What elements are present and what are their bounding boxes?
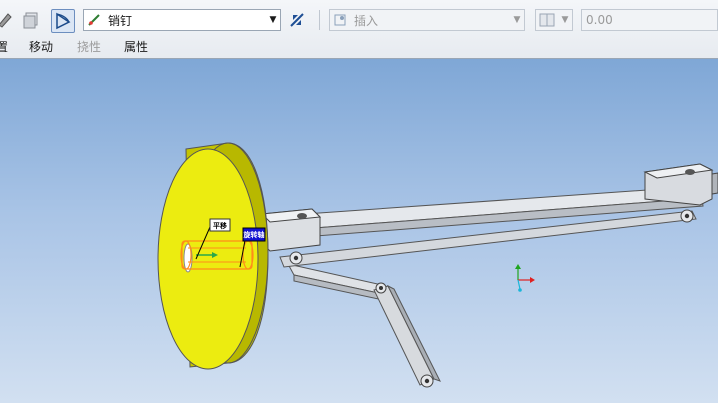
connection-type-value: 销钉 bbox=[108, 13, 133, 28]
pin-icon bbox=[84, 13, 104, 27]
coordinate-triad bbox=[515, 264, 535, 292]
flip-direction-icon[interactable] bbox=[286, 9, 308, 31]
offset-value-field[interactable]: 0.00 bbox=[581, 9, 718, 31]
constraint-icon bbox=[330, 13, 350, 27]
insert-select[interactable]: 插入 ▼ bbox=[329, 9, 525, 31]
chevron-down-icon: ▼ bbox=[561, 15, 569, 25]
callout-translation-label: 平移 bbox=[213, 221, 227, 230]
connection-icon[interactable] bbox=[51, 9, 75, 33]
callout-rotation-label: 旋转轴 bbox=[243, 230, 265, 239]
upper-arm bbox=[260, 186, 704, 240]
offset-value: 0.00 bbox=[586, 13, 613, 27]
insert-placeholder: 插入 bbox=[354, 13, 379, 28]
toolbar-row: 销钉 ▼ 插入 ▼ ▼ 0.00 bbox=[0, 4, 718, 34]
connection-type-select[interactable]: 销钉 ▼ bbox=[83, 9, 281, 31]
right-bracket bbox=[643, 163, 718, 206]
dashboard-toolbar: 销钉 ▼ 插入 ▼ ▼ 0.00 置 移动 挠性 属性 bbox=[0, 0, 718, 59]
left-bracket bbox=[260, 208, 322, 252]
chevron-down-icon: ▼ bbox=[513, 15, 521, 25]
assembly-scene: 平移 旋转轴 bbox=[157, 142, 718, 388]
tab-move[interactable]: 移动 bbox=[29, 38, 53, 55]
pencil-icon[interactable] bbox=[0, 9, 16, 31]
tab-row: 置 移动 挠性 属性 bbox=[0, 36, 718, 56]
toolbar-divider bbox=[319, 10, 320, 30]
tab-placement[interactable]: 置 bbox=[0, 38, 8, 55]
model-viewport[interactable]: 平移 旋转轴 bbox=[0, 59, 718, 403]
copy-icon[interactable] bbox=[20, 9, 42, 31]
orientation-select[interactable]: ▼ bbox=[535, 9, 573, 31]
tab-properties[interactable]: 属性 bbox=[124, 38, 148, 55]
chevron-down-icon: ▼ bbox=[269, 15, 277, 25]
split-view-icon bbox=[536, 13, 558, 27]
diagonal-strut bbox=[373, 282, 441, 388]
tab-flexibility[interactable]: 挠性 bbox=[77, 38, 101, 55]
